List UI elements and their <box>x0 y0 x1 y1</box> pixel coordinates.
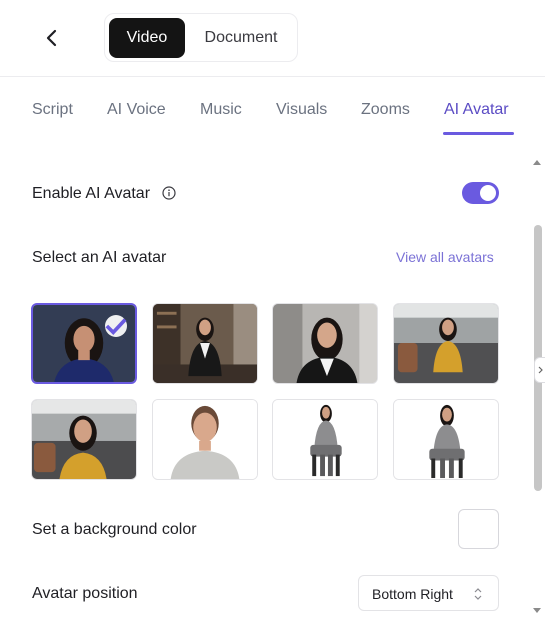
toggle-knob <box>480 185 496 201</box>
chevron-left-icon <box>46 29 57 47</box>
tab-zooms[interactable]: Zooms <box>361 101 410 119</box>
avatar-position-value: Bottom Right <box>372 586 453 602</box>
avatar-thumbnail <box>273 304 377 383</box>
scrollbar[interactable] <box>529 150 545 630</box>
avatar-thumbnail <box>394 304 498 383</box>
avatar-option-8[interactable] <box>393 399 499 480</box>
background-color-label: Set a background color <box>32 521 197 538</box>
avatar-option-3[interactable] <box>272 303 378 384</box>
avatar-position-select[interactable]: Bottom Right <box>358 575 499 611</box>
avatar-option-6[interactable] <box>152 399 258 480</box>
tab-music[interactable]: Music <box>200 101 242 119</box>
avatar-option-4[interactable] <box>393 303 499 384</box>
avatar-option-5[interactable] <box>31 399 137 480</box>
avatar-thumbnail <box>273 400 377 479</box>
chevron-right-icon <box>538 366 543 374</box>
scroll-up-arrow-icon[interactable] <box>533 160 541 165</box>
enable-ai-avatar-label: Enable AI Avatar <box>32 185 151 202</box>
avatar-option-7[interactable] <box>272 399 378 480</box>
background-color-swatch[interactable] <box>458 509 499 549</box>
header-bar: Video Document <box>0 0 545 77</box>
avatar-thumbnail <box>394 400 498 479</box>
tab-ai-avatar[interactable]: AI Avatar <box>444 101 509 119</box>
view-all-avatars-link[interactable]: View all avatars <box>396 249 494 265</box>
avatar-thumbnail <box>153 400 257 479</box>
tab-visuals[interactable]: Visuals <box>276 101 327 119</box>
back-button[interactable] <box>38 24 66 52</box>
tab-script[interactable]: Script <box>32 101 73 119</box>
mode-switcher: Video Document <box>104 13 298 62</box>
avatar-option-1[interactable] <box>31 303 137 384</box>
settings-tabs: Script AI Voice Music Visuals Zooms AI A… <box>0 77 545 137</box>
tab-ai-voice[interactable]: AI Voice <box>107 101 166 119</box>
avatar-option-2[interactable] <box>152 303 258 384</box>
document-mode-button[interactable]: Document <box>189 18 293 58</box>
avatar-thumbnail <box>32 400 136 479</box>
panel-resize-handle[interactable] <box>534 357 545 383</box>
video-mode-button[interactable]: Video <box>109 18 185 58</box>
chevron-up-down-icon <box>474 588 482 600</box>
enable-ai-avatar-toggle[interactable] <box>462 182 499 204</box>
avatar-thumbnail <box>153 304 257 383</box>
active-tab-indicator <box>443 132 514 135</box>
selected-check-icon <box>105 315 127 337</box>
avatar-position-label: Avatar position <box>32 585 138 602</box>
scroll-down-arrow-icon[interactable] <box>533 608 541 613</box>
select-avatar-label: Select an AI avatar <box>32 249 167 266</box>
info-icon[interactable] <box>162 186 176 200</box>
